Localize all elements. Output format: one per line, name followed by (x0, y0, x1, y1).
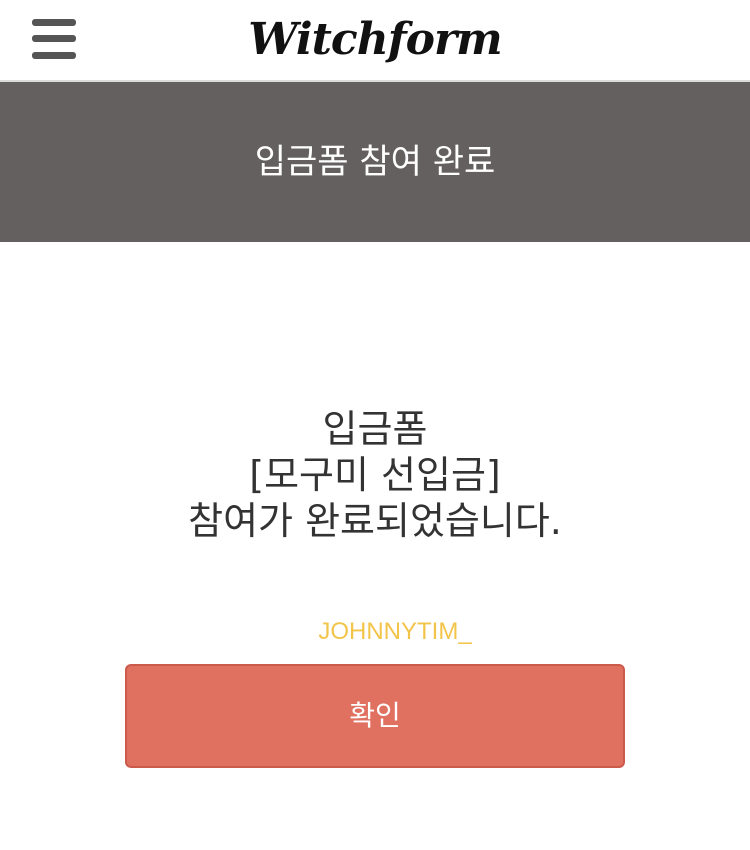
page-title: 입금폼 참여 완료 (254, 142, 496, 182)
top-bar: Witchform (0, 0, 750, 82)
page-banner: 입금폼 참여 완료 (0, 82, 750, 242)
message-line-form-name: [모구미 선입금] (249, 453, 501, 497)
message-line-form: 입금폼 (322, 407, 428, 451)
username-label: JOHNNYTIM_ (318, 618, 472, 645)
message-line-complete: 참여가 완료되었습니다. (188, 499, 562, 543)
completion-message: 입금폼 [모구미 선입금] 참여가 완료되었습니다. (0, 406, 750, 544)
logo[interactable]: Witchform (0, 8, 750, 72)
confirm-button[interactable]: 확인 (125, 664, 625, 768)
